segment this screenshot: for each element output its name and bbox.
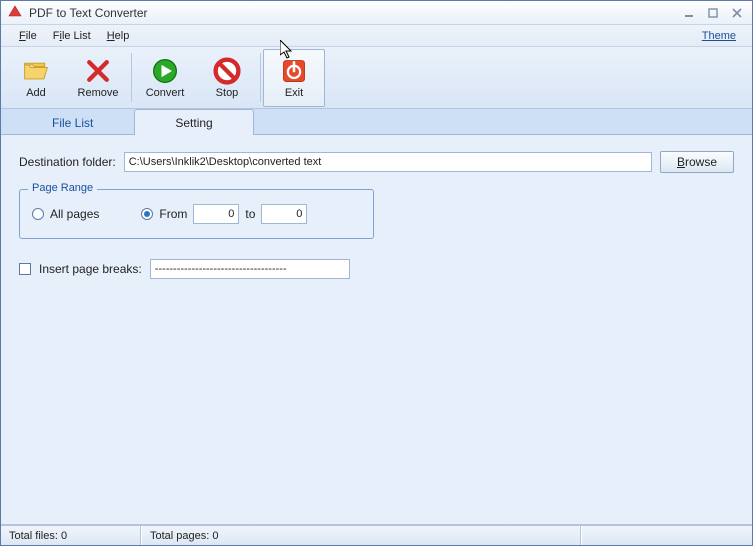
page-breaks-checkbox[interactable] <box>19 263 31 275</box>
window-controls <box>680 6 746 20</box>
menu-bar: File File List Help Theme <box>1 25 752 47</box>
delete-x-icon <box>84 57 112 85</box>
page-breaks-input[interactable] <box>150 259 350 279</box>
toolbar-separator-2 <box>260 53 261 102</box>
add-button[interactable]: Add <box>5 49 67 107</box>
title-bar: PDF to Text Converter <box>1 1 752 25</box>
tab-strip: File List Setting <box>1 109 752 135</box>
remove-button[interactable]: Remove <box>67 49 129 107</box>
menu-file[interactable]: File <box>11 28 45 44</box>
from-label: From <box>159 207 187 221</box>
to-input[interactable] <box>261 204 307 224</box>
page-range-legend: Page Range <box>28 182 97 194</box>
page-range-group: Page Range All pages From to <box>19 189 374 239</box>
theme-link[interactable]: Theme <box>696 28 742 44</box>
power-icon <box>280 57 308 85</box>
exit-button[interactable]: Exit <box>263 49 325 107</box>
toolbar-separator <box>131 53 132 102</box>
status-empty <box>581 526 752 545</box>
close-button[interactable] <box>728 6 746 20</box>
page-breaks-label: Insert page breaks: <box>39 262 142 276</box>
remove-label: Remove <box>78 87 119 99</box>
folder-open-icon <box>22 57 50 85</box>
radio-checked-icon <box>141 208 153 220</box>
stop-icon <box>213 57 241 85</box>
radio-icon <box>32 208 44 220</box>
destination-row: Destination folder: Browse <box>19 151 734 173</box>
menu-filelist[interactable]: File List <box>45 28 99 44</box>
from-input[interactable] <box>193 204 239 224</box>
all-pages-radio[interactable]: All pages <box>32 207 99 221</box>
settings-panel: Destination folder: Browse Page Range Al… <box>1 135 752 525</box>
maximize-button[interactable] <box>704 6 722 20</box>
page-breaks-row: Insert page breaks: <box>19 259 734 279</box>
add-label: Add <box>26 87 46 99</box>
pdf-app-icon <box>7 5 23 21</box>
menu-help[interactable]: Help <box>99 28 138 44</box>
tab-setting[interactable]: Setting <box>134 109 253 135</box>
from-radio[interactable]: From to <box>141 204 307 224</box>
app-window: PDF to Text Converter File File List Hel… <box>0 0 753 546</box>
all-pages-label: All pages <box>50 207 99 221</box>
status-bar: Total files: 0 Total pages: 0 <box>1 525 752 545</box>
stop-button[interactable]: Stop <box>196 49 258 107</box>
browse-button[interactable]: Browse <box>660 151 734 173</box>
stop-label: Stop <box>216 87 239 99</box>
play-icon <box>151 57 179 85</box>
convert-button[interactable]: Convert <box>134 49 196 107</box>
window-title: PDF to Text Converter <box>29 6 680 20</box>
tab-file-list[interactable]: File List <box>11 109 134 135</box>
minimize-button[interactable] <box>680 6 698 20</box>
status-total-files: Total files: 0 <box>1 526 141 545</box>
status-total-pages: Total pages: 0 <box>141 526 581 545</box>
exit-label: Exit <box>285 87 303 99</box>
destination-label: Destination folder: <box>19 155 116 169</box>
destination-input[interactable] <box>124 152 652 172</box>
toolbar: Add Remove Convert Stop Exit <box>1 47 752 109</box>
convert-label: Convert <box>146 87 185 99</box>
to-label: to <box>245 207 255 221</box>
